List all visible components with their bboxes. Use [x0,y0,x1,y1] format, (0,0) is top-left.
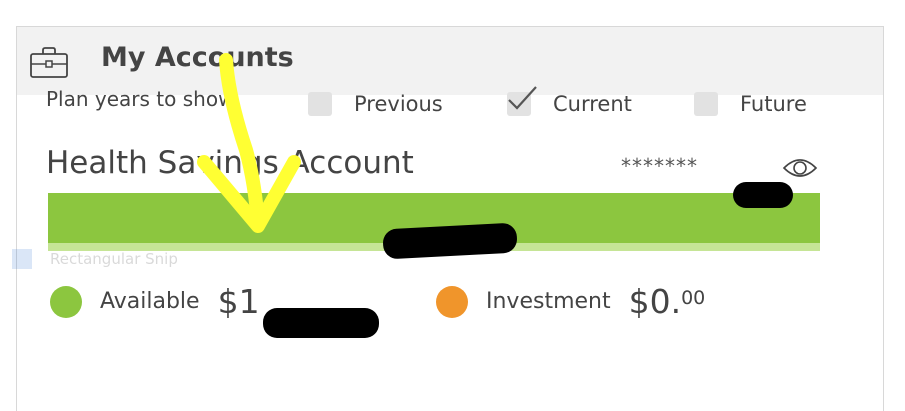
checkmark-icon [508,86,537,110]
available-label: Available [100,289,200,314]
current-checkbox[interactable] [507,86,537,116]
briefcase-icon [30,47,68,78]
investment-legend: Investment $0.00 [436,282,705,321]
available-dot [50,285,82,318]
available-value-text: $1 [217,282,260,321]
investment-dot [436,285,468,318]
available-value: $1 [218,282,260,321]
investment-value-main: $0. [628,282,682,321]
page-title: My Accounts [101,42,294,73]
redaction-account-number [733,182,793,208]
account-name: Health Savings Account [46,145,414,181]
investment-label: Investment [486,289,611,314]
masked-account-number: ******* [621,154,698,178]
current-checkbox-option[interactable]: Current [507,86,632,116]
snip-icon [12,249,32,269]
future-label: Future [740,92,807,116]
plan-years-label: Plan years to show: [46,87,241,111]
investment-value-cents: 00 [681,287,706,309]
available-legend: Available $1 [50,282,260,321]
previous-checkbox-option[interactable]: Previous [308,92,443,116]
redaction-available-amount [263,308,379,338]
investment-value: $0.00 [629,282,706,321]
future-checkbox[interactable] [694,92,718,116]
future-checkbox-option[interactable]: Future [694,92,807,116]
current-label: Current [553,92,632,116]
previous-label: Previous [354,92,443,116]
eye-icon[interactable] [782,156,818,180]
snip-label: Rectangular Snip [50,250,178,268]
previous-checkbox[interactable] [308,92,332,116]
card-header: My Accounts [17,27,883,95]
